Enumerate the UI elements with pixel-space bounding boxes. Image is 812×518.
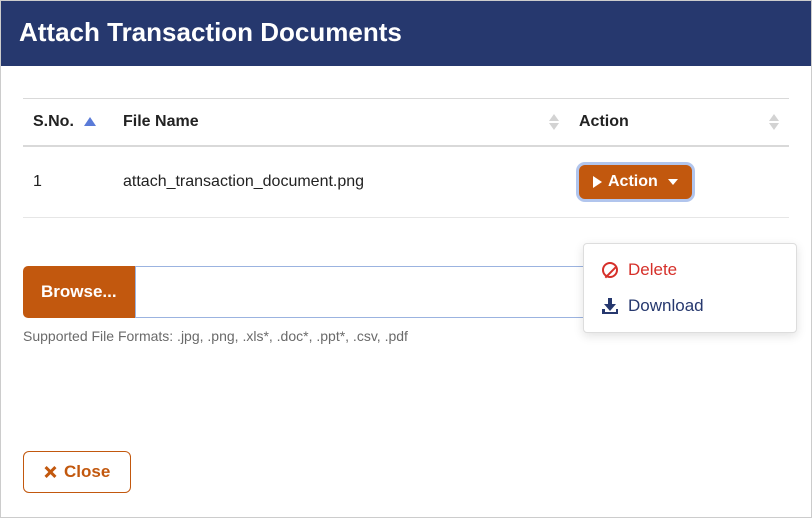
cell-filename: attach_transaction_document.png [113, 146, 569, 218]
column-header-sno[interactable]: S.No. [23, 99, 113, 147]
file-path-input[interactable] [135, 266, 624, 318]
sort-icon [549, 114, 559, 130]
header-sno-label: S.No. [33, 113, 74, 130]
column-header-filename[interactable]: File Name [113, 99, 569, 147]
dropdown-item-download[interactable]: Download [584, 288, 796, 324]
modal-footer: Close [23, 451, 131, 493]
action-dropdown-menu: Delete Download [583, 243, 797, 333]
header-filename-label: File Name [123, 113, 199, 130]
column-header-action[interactable]: Action [569, 99, 789, 147]
header-action-label: Action [579, 113, 629, 130]
sort-asc-icon [84, 113, 96, 131]
sort-icon [769, 114, 779, 130]
ban-icon [602, 262, 618, 278]
attach-documents-modal: Attach Transaction Documents S.No. File … [0, 0, 812, 518]
documents-table: S.No. File Name Action 1 attac [23, 98, 789, 218]
action-button-label: Action [608, 173, 658, 191]
caret-down-icon [668, 179, 678, 185]
play-icon [593, 176, 602, 188]
close-icon [44, 466, 56, 478]
download-icon [602, 298, 618, 314]
dropdown-item-delete[interactable]: Delete [584, 252, 796, 288]
cell-action: Action [569, 146, 789, 218]
action-dropdown-button[interactable]: Action [579, 165, 692, 199]
modal-title: Attach Transaction Documents [1, 1, 811, 66]
table-row: 1 attach_transaction_document.png Action [23, 146, 789, 218]
close-button[interactable]: Close [23, 451, 131, 493]
cell-sno: 1 [23, 146, 113, 218]
browse-button[interactable]: Browse... [23, 266, 135, 318]
dropdown-download-label: Download [628, 296, 704, 316]
dropdown-delete-label: Delete [628, 260, 677, 280]
close-button-label: Close [64, 462, 110, 482]
